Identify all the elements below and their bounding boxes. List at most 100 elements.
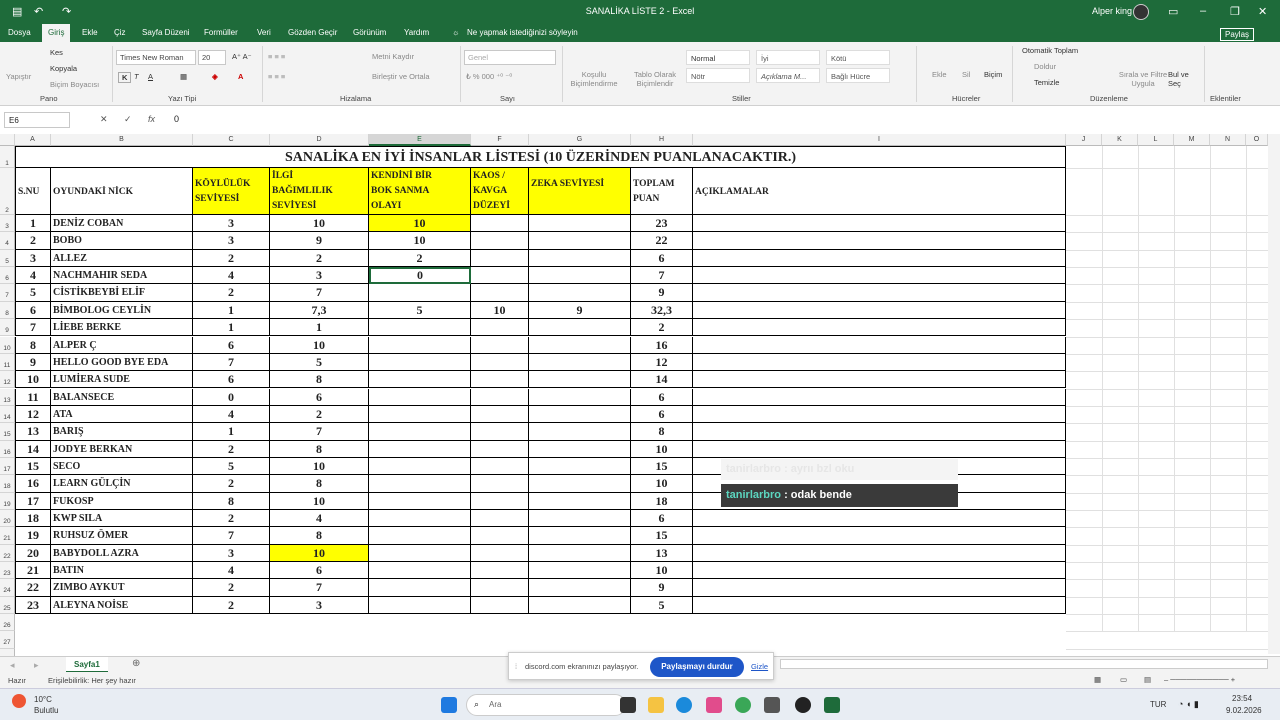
font-name-select[interactable]: Times New Roman [116,50,196,65]
table-cell[interactable]: 10 [631,475,693,493]
style-kotu[interactable]: Kötü [826,50,890,65]
table-cell[interactable] [369,319,471,337]
language-indicator[interactable]: TUR [1150,700,1166,709]
table-cell[interactable]: 8 [270,527,369,545]
copy-button[interactable]: Kopyala [50,64,77,73]
row-header[interactable]: 9 [0,319,15,337]
table-cell[interactable]: 13 [631,544,693,563]
enter-icon[interactable]: ✓ [124,114,132,125]
table-cell[interactable] [529,232,631,250]
table-cell[interactable]: 5 [631,596,693,615]
tab-sayfa-duzeni[interactable]: Sayfa Düzeni [142,28,190,37]
currency-icon[interactable]: ₺ % 000 ⁺⁰ ⁻⁰ [466,72,512,81]
tab-formuller[interactable]: Formüller [204,28,238,37]
sheet-title[interactable]: SANALİKA EN İYİ İNSANLAR LİSTESİ (10 ÜZE… [15,146,1066,168]
column-header-n[interactable]: N [1210,134,1246,146]
table-cell[interactable] [693,405,1066,424]
table-cell[interactable] [693,336,1066,354]
table-cell[interactable]: 3 [15,249,51,268]
table-cell[interactable]: 5 [369,301,471,320]
table-cell[interactable]: 7,3 [270,301,369,320]
table-cell[interactable] [693,319,1066,337]
table-cell[interactable] [529,596,631,615]
table-cell[interactable] [529,457,631,476]
table-cell[interactable] [471,440,529,458]
formula-input[interactable]: 0 [174,114,179,124]
header-cell-toplam[interactable]: TOPLAM PUAN [631,168,693,215]
table-cell[interactable]: 1 [193,301,270,320]
row-header[interactable]: 12 [0,371,15,389]
font-size-select[interactable]: 20 [198,50,226,65]
table-cell[interactable]: 23 [631,215,693,233]
table-cell[interactable]: 2 [193,579,270,597]
wifi-icon[interactable]: ◔ ◖ ▮ [1178,699,1199,710]
table-cell[interactable]: 6 [631,388,693,406]
prev-sheet-icon[interactable]: ◂ [10,660,15,671]
row-header[interactable]: 18 [0,475,15,493]
table-cell[interactable]: 1 [193,319,270,337]
table-cell[interactable]: 2 [193,475,270,493]
page-layout-icon[interactable]: ▭ [1120,675,1127,684]
table-cell[interactable] [529,388,631,406]
table-cell[interactable]: 10 [270,492,369,510]
table-cell[interactable]: ZIMBO AYKUT [51,579,193,597]
table-cell[interactable] [529,267,631,285]
table-cell[interactable]: 7 [193,353,270,372]
ribbon-display-icon[interactable]: ▭ [1168,5,1178,18]
find-select-button[interactable]: Bul ve Seç [1168,70,1198,88]
column-header-i[interactable]: I [693,134,1066,146]
page-break-icon[interactable]: ▤ [1144,675,1151,684]
column-header-g[interactable]: G [529,134,631,146]
table-cell[interactable] [369,544,471,563]
table-cell[interactable] [529,440,631,458]
delete-cells-button[interactable]: Sil [962,70,970,79]
table-cell[interactable]: 20 [15,544,51,563]
table-cell[interactable]: ALPER Ç [51,336,193,354]
tab-giris[interactable]: Giriş [42,24,71,42]
insert-cells-button[interactable]: Ekle [932,70,947,79]
table-cell[interactable] [693,596,1066,615]
row-header[interactable]: 3 [0,215,15,233]
table-cell[interactable]: 32,3 [631,301,693,320]
table-cell[interactable]: 19 [15,527,51,545]
table-cell[interactable]: 18 [15,510,51,528]
table-cell[interactable]: 2 [369,249,471,268]
table-cell[interactable] [693,249,1066,268]
table-cell[interactable]: CİSTİKBEYBİ ELİF [51,284,193,302]
taskbar-search[interactable]: Ara [466,694,626,716]
table-cell[interactable]: 4 [193,267,270,285]
hide-link[interactable]: Gizle [751,662,768,671]
table-cell[interactable]: 12 [631,353,693,372]
style-normal[interactable]: Normal [686,50,750,65]
table-cell[interactable]: 9 [270,232,369,250]
table-cell[interactable]: 2 [15,232,51,250]
table-cell[interactable]: 13 [15,423,51,441]
table-cell[interactable] [369,353,471,372]
row-header[interactable]: 15 [0,423,15,441]
header-cell-nick[interactable]: OYUNDAKİ NİCK [51,168,193,215]
style-notr[interactable]: Nötr [686,68,750,83]
table-cell[interactable]: KWP SILA [51,510,193,528]
italic-button[interactable]: T [134,72,139,81]
table-cell[interactable] [693,527,1066,545]
table-cell[interactable]: 9 [631,579,693,597]
row-header[interactable]: 27 [0,631,15,649]
table-cell[interactable] [693,232,1066,250]
table-cell[interactable]: 21 [15,562,51,580]
table-cell[interactable] [529,492,631,510]
table-cell[interactable] [471,215,529,233]
header-cell-kendini[interactable]: KENDİNİ BİR BOK SANMA OLAYI [369,168,471,215]
column-header-h[interactable]: H [631,134,693,146]
name-box[interactable]: E6 [4,112,70,128]
table-cell[interactable]: 22 [15,579,51,597]
table-cell[interactable] [471,388,529,406]
clear-button[interactable]: Temizle [1034,78,1059,87]
grow-font-icon[interactable]: A⁺ A⁻ [232,52,252,61]
table-cell[interactable]: HELLO GOOD BYE EDA [51,353,193,372]
header-cell-ilgi[interactable]: İLGİ BAĞIMLILIK SEVİYESİ [270,168,369,215]
tab-yardim[interactable]: Yardım [404,28,429,37]
table-cell[interactable]: JODYE BERKAN [51,440,193,458]
table-cell[interactable] [693,388,1066,406]
table-cell[interactable]: 2 [193,596,270,615]
table-cell[interactable] [529,284,631,302]
